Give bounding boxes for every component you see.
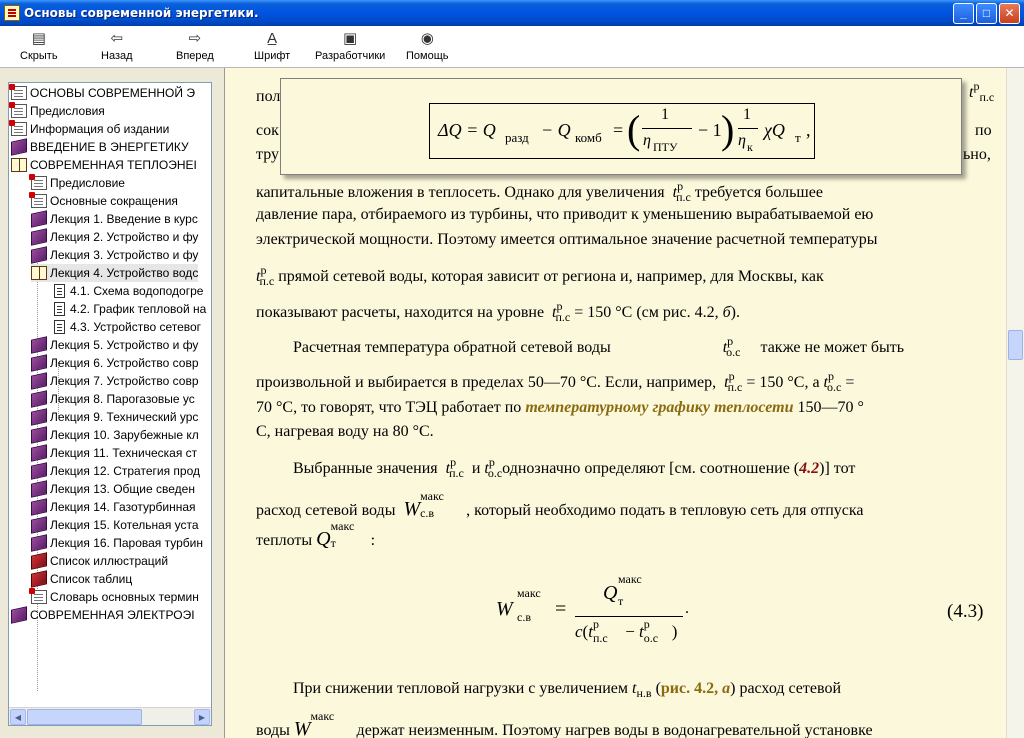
title-bar: Основы современной энергетики. _ □ ✕ (0, 0, 1024, 26)
window-title: Основы современной энергетики. (24, 6, 259, 20)
document-icon (54, 284, 65, 298)
document-icon (54, 302, 65, 316)
tree-item[interactable]: СОВРЕМЕННАЯ ТЕПЛОЭНЕІ (11, 156, 197, 174)
tree-item[interactable]: Предисловие (29, 174, 125, 192)
book-icon (31, 210, 47, 228)
book-icon (31, 534, 47, 552)
book-icon (11, 606, 27, 624)
glossary-link[interactable]: температурному графику теплосети (525, 399, 793, 416)
document-icon (54, 320, 65, 334)
hide-icon: ▤ (31, 30, 46, 47)
page-icon (9, 120, 27, 136)
tree-item[interactable]: ОСНОВЫ СОВРЕМЕННОЙ Э (9, 84, 195, 102)
close-button[interactable]: ✕ (999, 2, 1020, 24)
tree-item-selected[interactable]: Лекция 4. Устройство водс (31, 264, 199, 282)
book-icon (31, 354, 47, 372)
page-icon (9, 84, 27, 100)
tree-item[interactable]: Лекция 11. Техническая ст (31, 444, 197, 462)
tree-item[interactable]: Информация об издании (9, 120, 169, 138)
book-icon (31, 246, 47, 264)
font-icon: A̲ (267, 29, 278, 47)
open-book-icon (31, 266, 47, 280)
tree-item[interactable]: Лекция 13. Общие сведен (31, 480, 195, 498)
tree-item[interactable]: Лекция 14. Газотурбинная (31, 498, 196, 516)
tree-item[interactable]: Список таблиц (31, 570, 132, 588)
minimize-button[interactable]: _ (953, 2, 974, 24)
scroll-left-arrow-icon[interactable]: ◀ (10, 709, 26, 725)
book-icon (31, 480, 47, 498)
scroll-right-arrow-icon[interactable]: ▶ (194, 709, 210, 725)
book-icon (31, 408, 47, 426)
tree-item[interactable]: Лекция 8. Парогазовые ус (31, 390, 195, 408)
open-book-icon (11, 158, 27, 172)
tree-item[interactable]: СОВРЕМЕННАЯ ЭЛЕКТРОЭІ (11, 606, 195, 624)
tree-item[interactable]: Лекция 15. Котельная уста (31, 516, 199, 534)
tree-item[interactable]: Лекция 12. Стратегия прод (31, 462, 200, 480)
toolbar: ▤ Скрыть ⇦ Назад ⇨ Вперед A̲ Шрифт ▣ Раз… (0, 26, 1024, 68)
tree-item[interactable]: Лекция 10. Зарубежные кл (31, 426, 199, 444)
tree-viewport: ОСНОВЫ СОВРЕМЕННОЙ Э Предисловия Информа… (9, 83, 211, 707)
back-arrow-icon: ⇦ (110, 30, 124, 47)
book-icon (31, 444, 47, 462)
book-icon (11, 138, 27, 156)
back-button[interactable]: ⇦ Назад (101, 28, 133, 66)
tree-item[interactable]: Предисловия (9, 102, 105, 120)
page-icon (9, 102, 27, 118)
tree-item[interactable]: Лекция 7. Устройство совр (31, 372, 199, 390)
tree-item[interactable]: 4.2. График тепловой на (51, 300, 206, 318)
tree-item[interactable]: Список иллюстраций (31, 552, 168, 570)
figure-link[interactable]: рис. 4.2, а (661, 680, 730, 697)
popup-formula: ΔQ = Q разд − Q комб = ( 1 η ПТУ − 1 ) 1… (429, 103, 815, 159)
formula-popup[interactable]: ΔQ = Q разд − Q комб = ( 1 η ПТУ − 1 ) 1… (280, 78, 962, 175)
book-icon (31, 390, 47, 408)
page-icon (29, 588, 47, 604)
content-vertical-scrollbar[interactable] (1006, 68, 1024, 738)
help-button[interactable]: ◉ Помощь (406, 28, 449, 66)
book-icon (31, 516, 47, 534)
tree-item[interactable]: Лекция 3. Устройство и фу (31, 246, 198, 264)
tree-item[interactable]: ВВЕДЕНИЕ В ЭНЕРГЕТИКУ (11, 138, 189, 156)
maximize-button[interactable]: □ (976, 2, 997, 24)
tree-item[interactable]: Лекция 5. Устройство и фу (31, 336, 198, 354)
tree-item[interactable]: 4.1. Схема водоподогре (51, 282, 203, 300)
book-icon (31, 372, 47, 390)
forward-arrow-icon: ⇨ (188, 30, 202, 47)
tree-item[interactable]: Лекция 1. Введение в курс (31, 210, 198, 228)
equation-link[interactable]: 4.2 (799, 460, 819, 477)
book-icon (31, 462, 47, 480)
book-icon (31, 552, 47, 570)
book-icon (31, 498, 47, 516)
page-icon (29, 174, 47, 190)
tree-item[interactable]: Лекция 16. Паровая турбин (31, 534, 203, 552)
tree-item[interactable]: Лекция 2. Устройство и фу (31, 228, 198, 246)
tree-item[interactable]: Лекция 9. Технический урс (31, 408, 198, 426)
tree-item[interactable]: Основные сокращения (29, 192, 178, 210)
scroll-thumb[interactable] (1008, 330, 1023, 360)
forward-button[interactable]: ⇨ Вперед (176, 28, 214, 66)
developers-icon: ▣ (343, 30, 358, 47)
scroll-thumb[interactable] (27, 709, 142, 725)
contents-tree[interactable]: ОСНОВЫ СОВРЕМЕННОЙ Э Предисловия Информа… (8, 82, 212, 726)
page-icon (29, 192, 47, 208)
hide-button[interactable]: ▤ Скрыть (20, 28, 58, 66)
tree-item[interactable]: Словарь основных термин (29, 588, 199, 606)
app-icon (4, 5, 20, 21)
book-icon (31, 426, 47, 444)
tree-item[interactable]: 4.3. Устройство сетевог (51, 318, 201, 336)
developers-button[interactable]: ▣ Разработчики (315, 28, 385, 66)
book-icon (31, 336, 47, 354)
help-icon: ◉ (420, 30, 434, 47)
book-icon (31, 228, 47, 246)
tree-horizontal-scrollbar[interactable]: ◀ ▶ (9, 707, 211, 725)
book-icon (31, 570, 47, 588)
tree-item[interactable]: Лекция 6. Устройство совр (31, 354, 199, 372)
font-button[interactable]: A̲ Шрифт (254, 28, 290, 66)
